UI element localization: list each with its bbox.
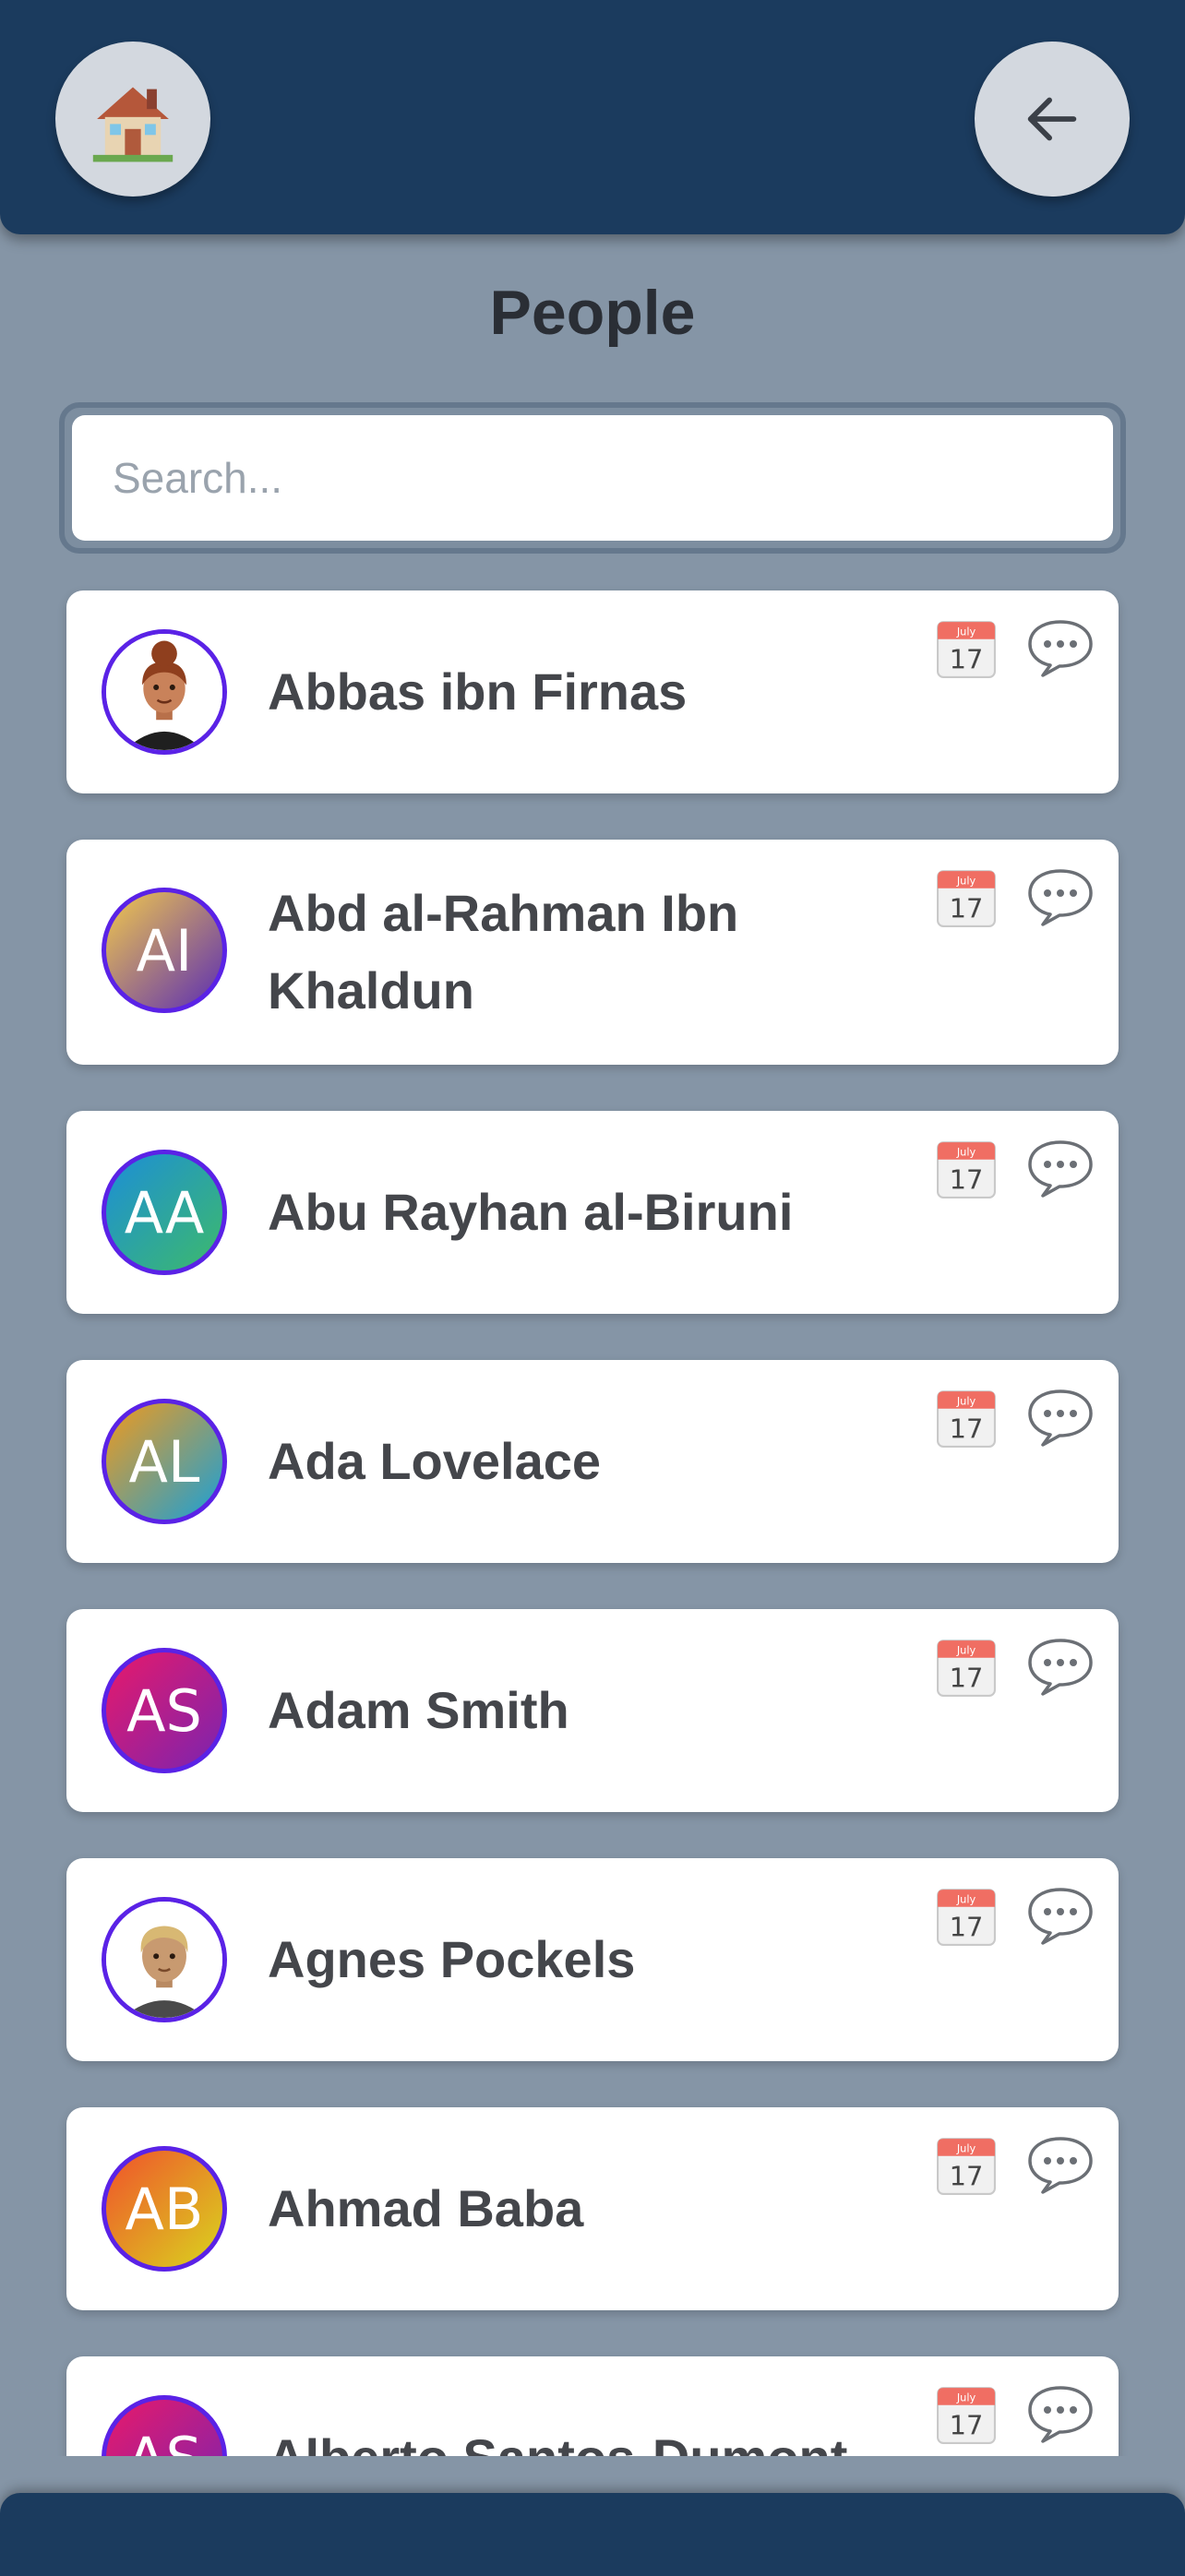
calendar-icon[interactable]: July 17: [936, 1139, 997, 1199]
calendar-icon[interactable]: July 17: [936, 1388, 997, 1449]
bottom-bar: [0, 2493, 1185, 2576]
search-box: [59, 402, 1126, 554]
avatar-initials: AB: [125, 2175, 204, 2243]
people-list: Abbas ibn Firnas July 17 AI Abd al-Rahma…: [0, 581, 1185, 2456]
svg-text:17: 17: [950, 893, 984, 924]
svg-text:July: July: [956, 875, 976, 888]
person-card[interactable]: Abbas ibn Firnas July 17: [66, 590, 1119, 793]
person-name: Agnes Pockels: [268, 1930, 636, 1988]
person-name: Alberto Santos-Dumont: [268, 2419, 969, 2456]
person-name: Ada Lovelace: [268, 1432, 602, 1490]
svg-text:17: 17: [950, 644, 984, 675]
avatar: AS: [102, 2395, 227, 2456]
person-name: Ahmad Baba: [268, 2179, 584, 2237]
chat-bubble-icon[interactable]: [1026, 1637, 1095, 1698]
avatar: AS: [102, 1648, 227, 1773]
person-card[interactable]: AB Ahmad Baba July 17: [66, 2107, 1119, 2310]
avatar-initials: AS: [126, 2425, 202, 2457]
calendar-icon[interactable]: July 17: [936, 1637, 997, 1698]
home-button[interactable]: [55, 42, 210, 197]
calendar-icon[interactable]: July 17: [936, 1886, 997, 1947]
svg-text:17: 17: [950, 1413, 984, 1445]
arrow-left-icon: [1027, 97, 1077, 141]
person-card[interactable]: Agnes Pockels July 17: [66, 1858, 1119, 2061]
top-app-bar: [0, 0, 1185, 234]
avatar-initials: AS: [126, 1676, 202, 1745]
chat-bubble-icon[interactable]: [1026, 1139, 1095, 1199]
svg-text:July: July: [956, 1395, 976, 1408]
svg-text:July: July: [956, 626, 976, 638]
chat-bubble-icon[interactable]: [1026, 2384, 1095, 2445]
house-emoji-icon: [92, 87, 174, 162]
calendar-icon[interactable]: July 17: [936, 867, 997, 928]
svg-text:17: 17: [950, 1164, 984, 1196]
person-card[interactable]: AL Ada Lovelace July 17: [66, 1360, 1119, 1563]
avatar: AA: [102, 1150, 227, 1275]
person-card[interactable]: AS Adam Smith July 17: [66, 1609, 1119, 1812]
svg-text:July: July: [956, 1893, 976, 1906]
avatar: AL: [102, 1399, 227, 1524]
person-name: Abd al-Rahman Ibn Khaldun: [268, 884, 739, 1020]
back-button[interactable]: [975, 42, 1130, 197]
avatar: [102, 1897, 227, 2022]
cartoon-woman-bun-icon: [106, 634, 222, 750]
person-name: Abu Rayhan al-Biruni: [268, 1183, 794, 1241]
person-card[interactable]: AI Abd al-Rahman Ibn Khaldun July 17: [66, 840, 1119, 1065]
avatar: AB: [102, 2146, 227, 2272]
chat-bubble-icon[interactable]: [1026, 1388, 1095, 1449]
cartoon-man-blond-icon: [106, 1902, 222, 2018]
svg-text:July: July: [956, 1644, 976, 1657]
svg-text:17: 17: [950, 1663, 984, 1694]
avatar: AI: [102, 888, 227, 1013]
chat-bubble-icon[interactable]: [1026, 1886, 1095, 1947]
person-name: Abbas ibn Firnas: [268, 662, 688, 721]
avatar-initials: AI: [136, 916, 193, 984]
chat-bubble-icon[interactable]: [1026, 618, 1095, 679]
person-card[interactable]: AS Alberto Santos-Dumont July 17: [66, 2356, 1119, 2456]
calendar-icon[interactable]: July 17: [936, 618, 997, 679]
person-name: Adam Smith: [268, 1681, 569, 1739]
avatar-initials: AL: [128, 1427, 200, 1496]
page-title: People: [489, 278, 696, 348]
chat-bubble-icon[interactable]: [1026, 867, 1095, 928]
person-card[interactable]: AA Abu Rayhan al-Biruni July 17: [66, 1111, 1119, 1314]
svg-text:17: 17: [950, 2410, 984, 2441]
avatar-initials: AA: [124, 1178, 205, 1246]
svg-text:July: July: [956, 2142, 976, 2155]
search-input[interactable]: [72, 415, 1113, 541]
chat-bubble-icon[interactable]: [1026, 2135, 1095, 2196]
svg-text:July: July: [956, 2391, 976, 2404]
calendar-icon[interactable]: July 17: [936, 2135, 997, 2196]
svg-text:17: 17: [950, 2161, 984, 2192]
svg-text:17: 17: [950, 1912, 984, 1943]
avatar: [102, 629, 227, 755]
svg-text:July: July: [956, 1146, 976, 1159]
calendar-icon[interactable]: July 17: [936, 2384, 997, 2445]
